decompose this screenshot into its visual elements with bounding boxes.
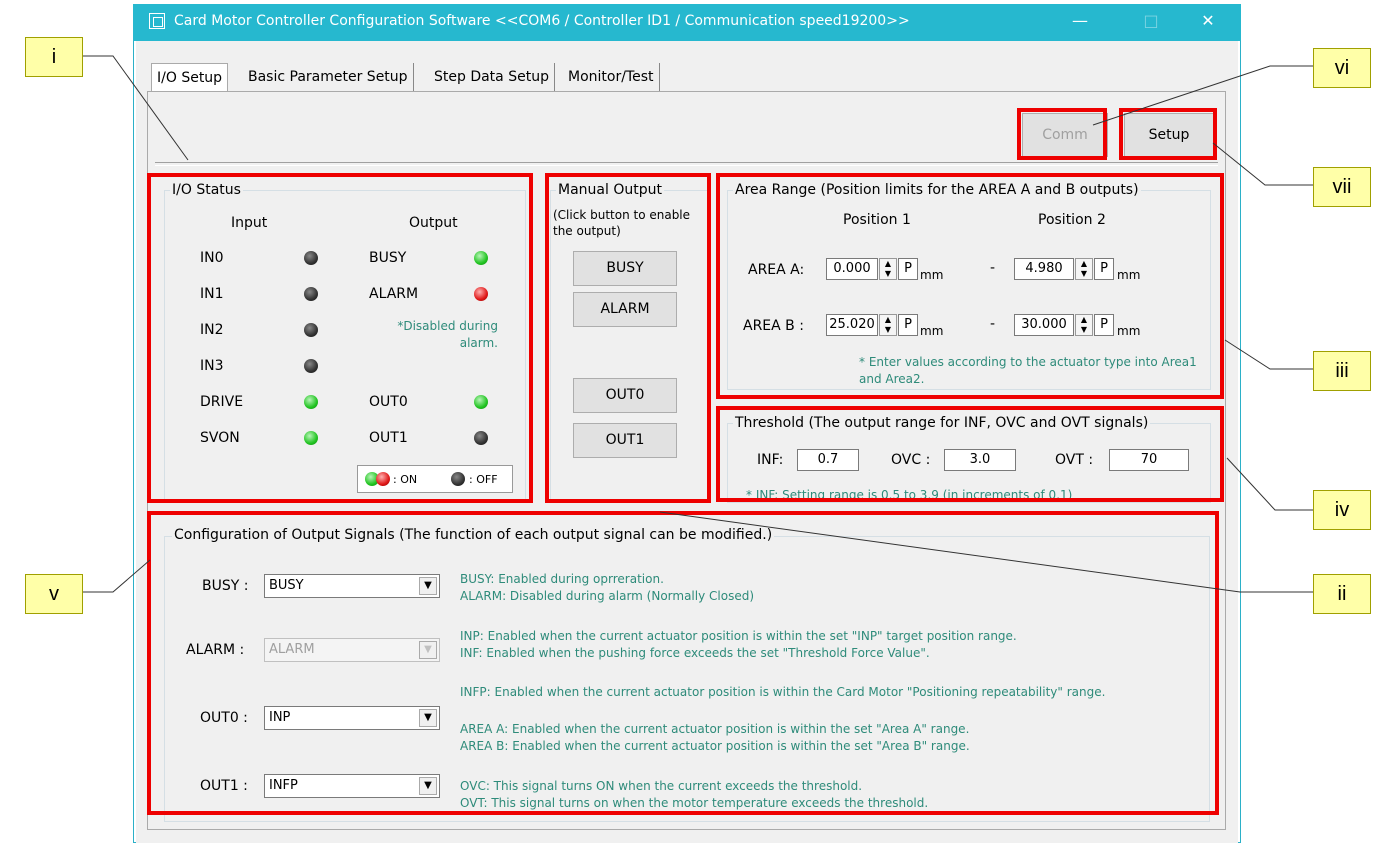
callout-iv: iv: [1313, 490, 1371, 530]
callout-leaders: [83, 55, 1313, 593]
callout-iii: iii: [1313, 351, 1371, 391]
callout-vi: vi: [1313, 48, 1371, 88]
callout-v: v: [25, 574, 83, 614]
callout-vii: vii: [1313, 167, 1371, 207]
callout-i: i: [25, 37, 83, 77]
callout-ii: ii: [1313, 574, 1371, 614]
